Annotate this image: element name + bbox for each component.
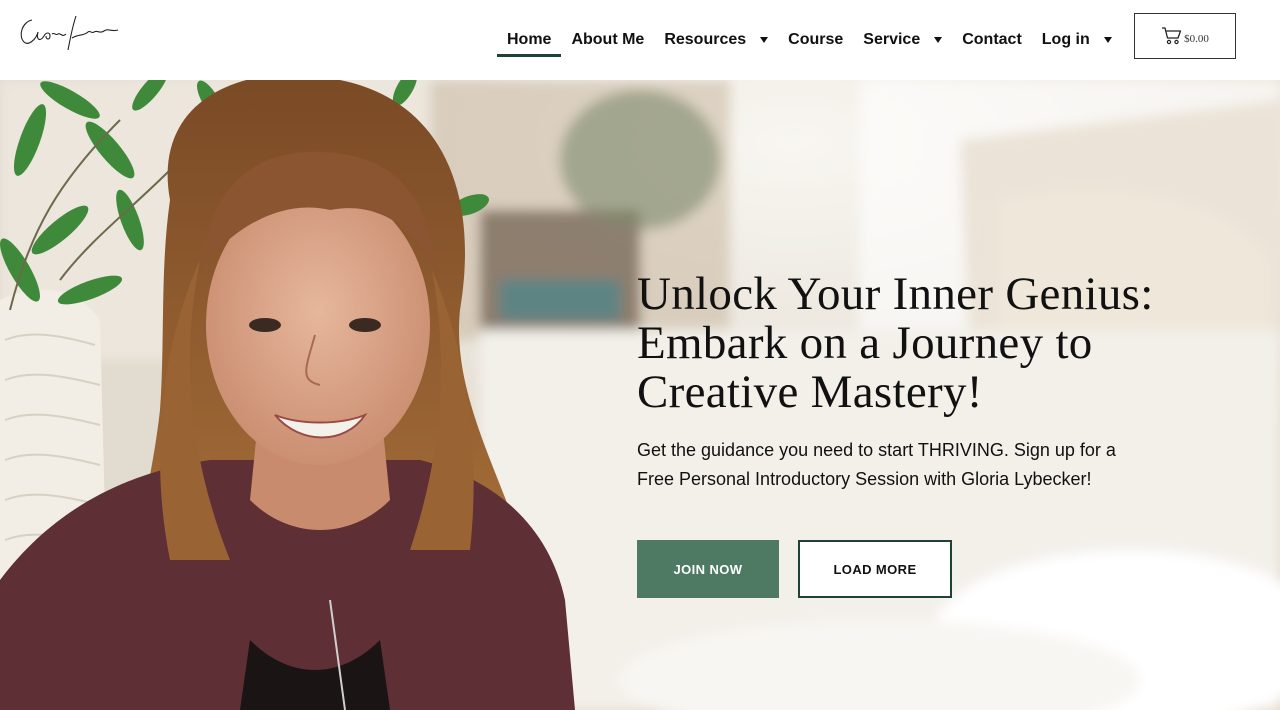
nav-item-label: Log in: [1041, 31, 1090, 48]
nav-item-label: Resources: [664, 31, 747, 48]
nav-item-contact[interactable]: Contact: [952, 0, 1032, 80]
signature-logo-icon: [20, 15, 119, 51]
nav-item-label: Service: [863, 31, 921, 48]
site-logo[interactable]: [14, 10, 124, 56]
caret-down-icon[interactable]: [760, 37, 769, 43]
caret-down-icon[interactable]: [1103, 37, 1112, 43]
nav-item-home[interactable]: Home: [497, 0, 562, 80]
nav-item-log-in[interactable]: Log in: [1032, 0, 1122, 80]
nav-item-course[interactable]: Course: [778, 0, 853, 80]
shopping-cart-icon: [1162, 27, 1182, 45]
join-now-button[interactable]: JOIN NOW: [637, 540, 779, 598]
hero-section: Unlock Your Inner Genius: Embark on a Jo…: [0, 80, 1280, 710]
hero-button-row: JOIN NOW LOAD MORE: [637, 540, 952, 598]
nav-item-label: Home: [507, 31, 552, 48]
hero-title: Unlock Your Inner Genius: Embark on a Jo…: [637, 268, 1154, 418]
load-more-button[interactable]: LOAD MORE: [798, 540, 952, 598]
hero-subtitle: Get the guidance you need to start THRIV…: [637, 440, 1116, 489]
nav-item-service[interactable]: Service: [853, 0, 952, 80]
nav-item-resources[interactable]: Resources: [654, 0, 778, 80]
site-header: Home About Me Resources Course Service C…: [0, 0, 1280, 80]
cart-button[interactable]: $0.00: [1134, 13, 1236, 59]
caret-down-icon[interactable]: [934, 37, 943, 43]
nav-item-label: About Me: [571, 31, 645, 48]
nav-item-label: Contact: [962, 31, 1022, 48]
main-navigation: Home About Me Resources Course Service C…: [497, 0, 1122, 80]
nav-item-about-me[interactable]: About Me: [561, 0, 654, 80]
nav-item-label: Course: [788, 31, 844, 48]
hero-content: Unlock Your Inner Genius: Embark on a Jo…: [637, 268, 1197, 598]
cart-total: $0.00: [1184, 33, 1209, 45]
